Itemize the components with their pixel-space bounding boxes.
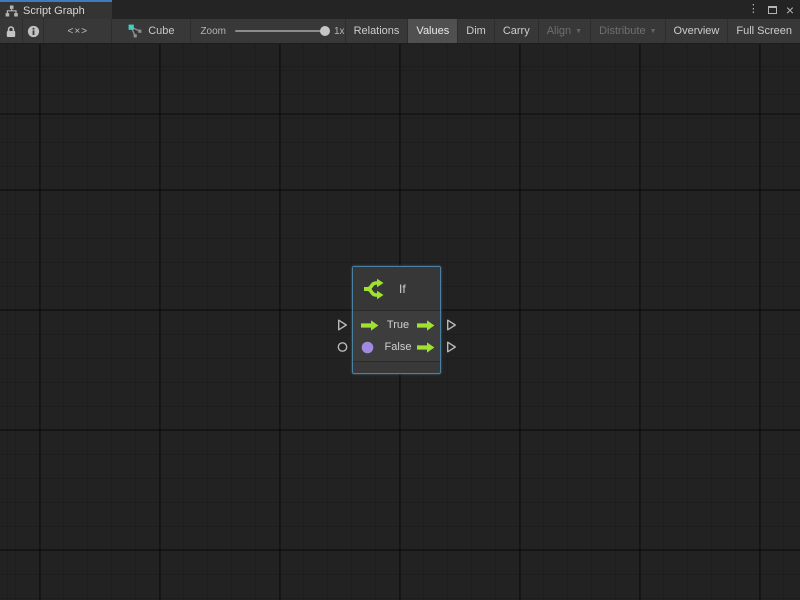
zoom-slider[interactable] xyxy=(235,30,327,32)
zoom-slider-knob[interactable] xyxy=(320,26,330,36)
bool-value-dot-icon[interactable] xyxy=(361,341,379,354)
close-icon[interactable]: × xyxy=(786,3,794,17)
flow-output-outer-triangle-icon[interactable] xyxy=(446,319,457,332)
if-node-ports: True xyxy=(353,311,440,361)
port-row-true: True xyxy=(353,314,440,336)
zoom-control: Zoom 1x xyxy=(200,19,344,43)
port-label-true: True xyxy=(379,319,417,331)
node-title: If xyxy=(399,282,406,296)
kebab-menu-icon[interactable]: ⋮ xyxy=(748,4,759,15)
distribute-dropdown-button[interactable]: Distribute ▼ xyxy=(590,19,664,43)
values-button[interactable]: Values xyxy=(407,19,457,43)
graph-target-button[interactable]: Cube xyxy=(112,19,191,43)
button-label: Carry xyxy=(503,25,530,37)
relations-button[interactable]: Relations xyxy=(345,19,408,43)
flow-output-outer-triangle-icon[interactable] xyxy=(446,341,457,354)
port-label-false: False xyxy=(379,341,417,353)
chevron-down-icon: ▼ xyxy=(650,28,657,35)
info-icon xyxy=(27,25,40,38)
graph-asset-icon xyxy=(128,24,142,38)
dim-button[interactable]: Dim xyxy=(457,19,494,43)
flow-output-arrow-icon[interactable] xyxy=(417,342,435,353)
flow-input-arrow-icon[interactable] xyxy=(361,320,379,331)
graph-toolbar: <×> Cube Zoom 1x Relations Values Dim xyxy=(0,19,800,44)
button-label: Distribute xyxy=(599,25,645,37)
button-label: Dim xyxy=(466,25,486,37)
button-label: Overview xyxy=(674,25,720,37)
port-row-false: False xyxy=(353,336,440,358)
align-dropdown-button[interactable]: Align ▼ xyxy=(538,19,590,43)
graph-hierarchy-icon xyxy=(5,5,18,17)
code-preview-button[interactable]: <×> xyxy=(44,19,112,43)
button-label: Full Screen xyxy=(736,25,792,37)
tab-title: Script Graph xyxy=(23,5,85,17)
lock-icon xyxy=(5,25,17,38)
flow-input-outer-triangle-icon[interactable] xyxy=(337,319,348,332)
zoom-value: 1x xyxy=(334,26,345,37)
window-tab-bar: Script Graph ⋮ × xyxy=(0,0,800,19)
maximize-icon[interactable] xyxy=(768,6,777,14)
graph-target-label: Cube xyxy=(148,25,174,37)
button-label: Relations xyxy=(354,25,400,37)
overview-button[interactable]: Overview xyxy=(665,19,728,43)
graph-canvas[interactable]: If True xyxy=(0,44,800,600)
carry-button[interactable]: Carry xyxy=(494,19,538,43)
info-button[interactable] xyxy=(23,19,44,43)
if-node-footer xyxy=(353,361,440,373)
flow-output-arrow-icon[interactable] xyxy=(417,320,435,331)
if-node[interactable]: If True xyxy=(352,266,441,374)
zoom-label: Zoom xyxy=(200,26,226,37)
button-label: Align xyxy=(547,25,571,37)
branch-icon xyxy=(362,276,388,302)
full-screen-button[interactable]: Full Screen xyxy=(727,19,800,43)
value-input-outer-circle-icon[interactable] xyxy=(337,342,348,353)
code-preview-icon: <×> xyxy=(68,26,89,37)
if-node-header[interactable]: If xyxy=(353,267,440,311)
window-controls: ⋮ × xyxy=(748,0,794,19)
toolbar-button-group: Relations Values Dim Carry Align ▼ Distr… xyxy=(345,19,800,43)
button-label: Values xyxy=(416,25,449,37)
tab-script-graph[interactable]: Script Graph xyxy=(0,0,112,19)
chevron-down-icon: ▼ xyxy=(575,28,582,35)
lock-button[interactable] xyxy=(0,19,23,43)
